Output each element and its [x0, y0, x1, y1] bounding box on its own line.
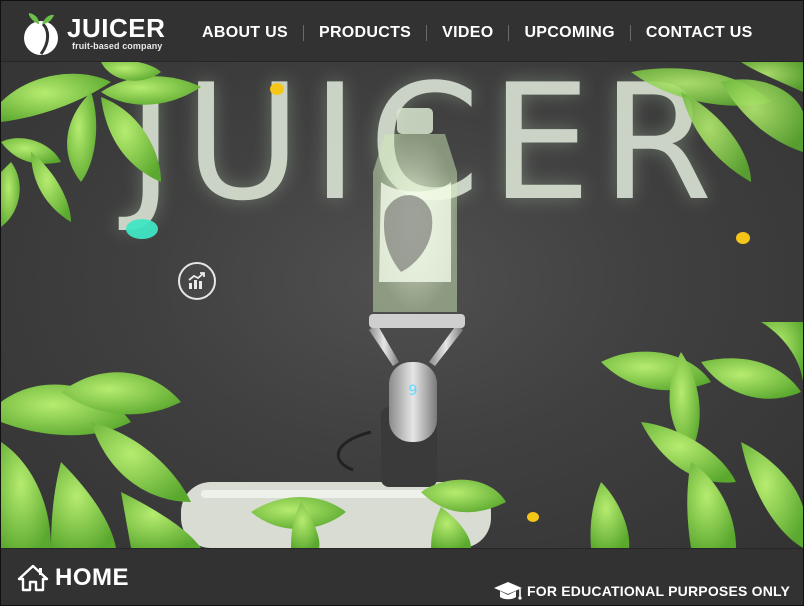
main-nav: ABOUT US PRODUCTS VIDEO UPCOMING CONTACT… — [187, 19, 768, 47]
stats-button[interactable] — [178, 262, 216, 300]
brand-logo[interactable]: JUICER fruit-based company — [19, 12, 169, 56]
home-link[interactable]: HOME — [17, 563, 129, 593]
app-frame: JUICER fruit-based company ABOUT US PROD… — [0, 0, 804, 606]
leaf-cluster-top-right — [631, 62, 803, 182]
educational-notice-label: FOR EDUCATIONAL PURPOSES ONLY — [527, 583, 791, 599]
juice-bottle — [373, 108, 457, 312]
bottom-bar: HOME FOR EDUCATIONAL PURPOSES ONLY — [1, 548, 803, 605]
nav-about-us[interactable]: ABOUT US — [187, 19, 303, 47]
hero-scene: 9 — [1, 62, 803, 548]
nav-contact-us[interactable]: CONTACT US — [631, 19, 768, 47]
top-navigation-bar: JUICER fruit-based company ABOUT US PROD… — [1, 1, 803, 62]
fruit-leaf-logo-icon — [24, 13, 58, 55]
yellow-drop — [527, 512, 539, 522]
yellow-drop — [736, 232, 750, 244]
chart-growth-icon — [188, 272, 205, 289]
cyan-glow-accent — [126, 219, 158, 239]
graduation-cap-icon — [494, 582, 522, 600]
educational-notice: FOR EDUCATIONAL PURPOSES ONLY — [493, 580, 790, 602]
nav-upcoming[interactable]: UPCOMING — [509, 19, 629, 47]
nav-products[interactable]: PRODUCTS — [304, 19, 426, 47]
yellow-drop — [270, 83, 284, 95]
hero-section: JUICER — [1, 62, 803, 548]
nav-video[interactable]: VIDEO — [427, 19, 508, 47]
brand-name: JUICER — [67, 13, 166, 43]
brand-tagline: fruit-based company — [72, 41, 163, 51]
bottle-label: 9 — [409, 383, 418, 399]
leaf-cluster-top-left — [1, 62, 201, 227]
home-label: HOME — [55, 564, 129, 591]
leaf-cluster-bottom-right — [590, 322, 803, 548]
home-icon — [17, 564, 49, 592]
